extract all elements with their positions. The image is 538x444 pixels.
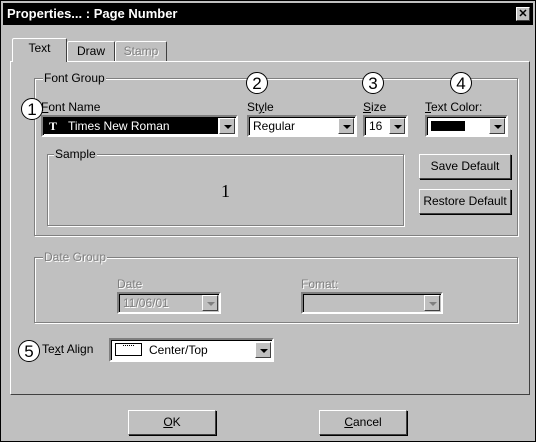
- tab-draw[interactable]: Draw: [67, 41, 115, 62]
- date-group: Date Group: [34, 250, 518, 323]
- date-select: 11/06/01: [117, 292, 221, 314]
- date-group-legend: Date Group: [43, 250, 108, 264]
- format-dropdown-arrow-icon: [424, 295, 440, 311]
- callout-5: 5: [18, 340, 40, 362]
- close-icon: ✕: [518, 8, 528, 20]
- truetype-icon: T: [49, 119, 58, 133]
- date-label: Date: [117, 277, 143, 291]
- callout-2: 2: [246, 72, 268, 94]
- style-select[interactable]: Regular: [247, 115, 357, 137]
- font-name-label: Font Name: [41, 100, 101, 114]
- format-select: [301, 292, 443, 314]
- date-dropdown-arrow-icon: [202, 295, 218, 311]
- callout-4: 4: [450, 72, 472, 94]
- text-align-label: Text Align: [42, 342, 94, 356]
- callout-3: 3: [362, 72, 384, 94]
- title-bar[interactable]: Properties... : Page Number ✕: [3, 3, 533, 25]
- close-button[interactable]: ✕: [516, 7, 530, 21]
- text-align-select[interactable]: Center/Top: [109, 338, 274, 362]
- text-color-select[interactable]: [425, 115, 508, 137]
- tab-stamp-label: Stamp: [123, 44, 159, 58]
- text-color-dropdown-arrow-icon[interactable]: [489, 118, 505, 134]
- style-label: Style: [247, 100, 274, 114]
- tab-text[interactable]: Text: [12, 38, 67, 62]
- font-name-value: Times New Roman: [68, 119, 170, 133]
- sample-text: 1: [221, 181, 230, 201]
- font-name-select[interactable]: T Times New Roman: [41, 115, 238, 137]
- format-label: Fomat:: [301, 277, 339, 291]
- callout-1: 1: [21, 98, 43, 120]
- size-dropdown-arrow-icon[interactable]: [389, 118, 405, 134]
- cancel-label: Cancel: [344, 415, 382, 429]
- window-title: Properties... : Page Number: [7, 6, 178, 21]
- text-color-label: Text Color:: [425, 100, 483, 114]
- save-default-button[interactable]: Save Default: [419, 154, 511, 179]
- font-name-dropdown-arrow-icon[interactable]: [219, 118, 235, 134]
- sample-group: Sample 1: [47, 147, 404, 226]
- text-align-value: Center/Top: [149, 343, 208, 357]
- cancel-button[interactable]: Cancel: [319, 410, 407, 435]
- style-value: Regular: [253, 119, 296, 133]
- size-select[interactable]: 16: [363, 115, 408, 137]
- size-value: 16: [369, 119, 383, 133]
- tab-draw-label: Draw: [76, 44, 105, 58]
- style-dropdown-arrow-icon[interactable]: [338, 118, 354, 134]
- text-color-swatch: [431, 121, 465, 131]
- tab-text-label: Text: [28, 41, 51, 55]
- restore-default-button[interactable]: Restore Default: [419, 189, 511, 214]
- ok-label: OK: [163, 415, 181, 429]
- font-group-legend: Font Group: [43, 71, 106, 85]
- size-label: Size: [363, 100, 387, 114]
- date-value: 11/06/01: [123, 296, 169, 310]
- align-preview-icon: [115, 343, 142, 356]
- sample-legend: Sample: [54, 147, 97, 161]
- ok-button[interactable]: OK: [128, 410, 216, 435]
- tab-panel: Font Group Font Name T Times New Roman S…: [10, 61, 530, 395]
- tab-stamp: Stamp: [115, 41, 167, 62]
- text-align-dropdown-arrow-icon[interactable]: [255, 342, 271, 358]
- properties-dialog: Properties... : Page Number ✕ Text Draw …: [0, 0, 536, 442]
